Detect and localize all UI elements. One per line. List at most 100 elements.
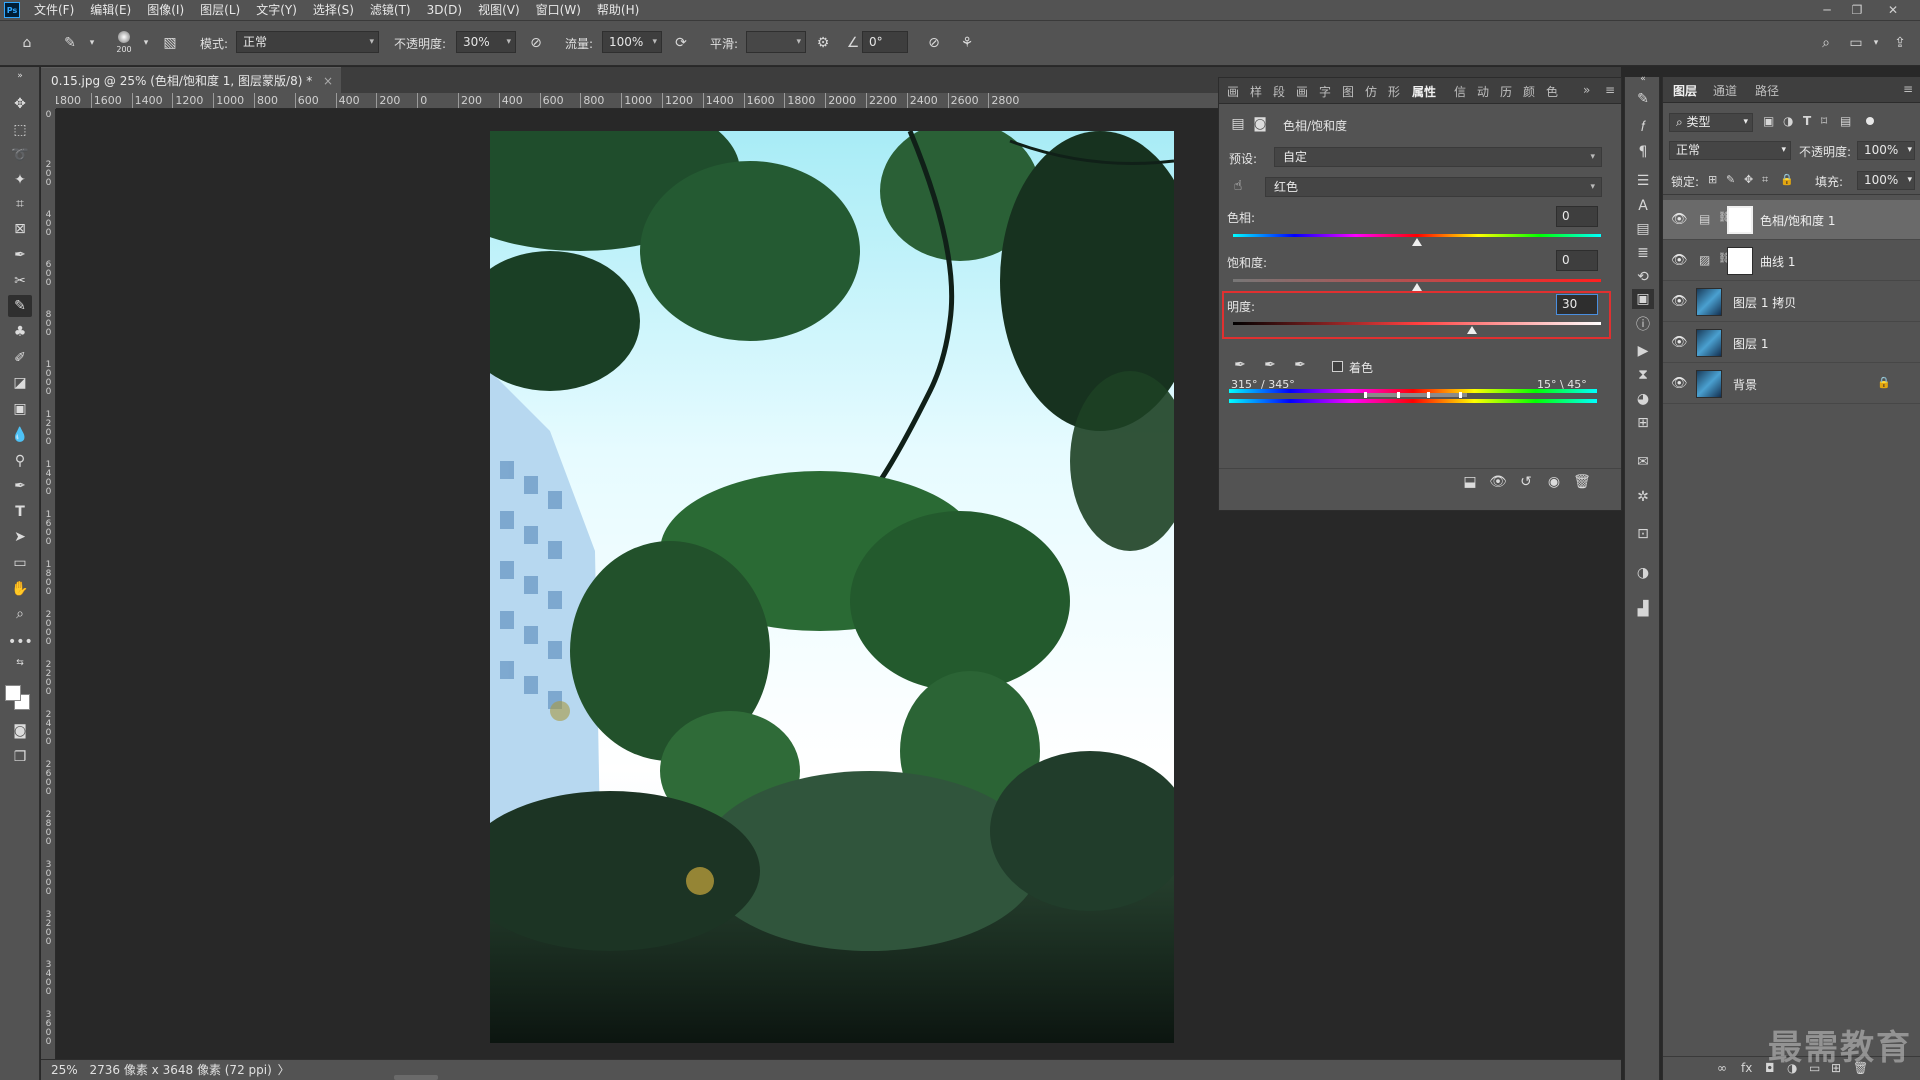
layer-row[interactable]: 👁 背景 🔒 (1663, 364, 1920, 404)
menu-layer[interactable]: 图层(L) (192, 0, 248, 21)
symmetry-icon[interactable]: ⚘ (957, 33, 977, 53)
chevron-down-icon[interactable]: ▾ (136, 33, 156, 53)
view-previous-icon[interactable]: 👁 (1487, 472, 1509, 492)
collapse-icon[interactable]: » (8, 65, 32, 87)
layer-thumbnail[interactable] (1696, 288, 1722, 316)
angle-field[interactable]: 0° (862, 31, 908, 53)
lightness-slider-track[interactable] (1233, 322, 1601, 325)
adjustments-icon[interactable]: ☰ (1632, 171, 1654, 191)
libraries-icon[interactable]: ⊡ (1632, 524, 1654, 544)
tab-shapes[interactable]: 形 (1388, 83, 1400, 100)
info-icon[interactable]: ⓘ (1632, 315, 1654, 335)
minimize-button[interactable]: ─ (1812, 0, 1842, 21)
path-select-icon[interactable]: ➤ (8, 526, 32, 548)
expand-tabs-icon[interactable]: » (1583, 83, 1590, 97)
tab-layers[interactable]: 图层 (1673, 82, 1697, 99)
visibility-icon[interactable]: ◉ (1543, 472, 1565, 492)
tab-color[interactable]: 颜 (1523, 83, 1535, 100)
chevron-down-icon[interactable]: ▾ (82, 33, 102, 53)
info-menu-icon[interactable]: 〉 (278, 1063, 290, 1077)
color-icon[interactable]: ◕ (1632, 389, 1654, 409)
tab-history[interactable]: 历 (1500, 83, 1512, 100)
layer-row[interactable]: 👁 图层 1 拷贝 (1663, 282, 1920, 322)
layer-mask-thumbnail[interactable] (1727, 206, 1753, 234)
lock-pixels-icon[interactable]: ✎ (1726, 173, 1735, 186)
saturation-slider-knob[interactable] (1412, 283, 1422, 291)
tab-paths[interactable]: 路径 (1755, 82, 1779, 99)
opacity-field[interactable]: 30% ▾ (456, 31, 516, 53)
menu-select[interactable]: 选择(S) (305, 0, 362, 21)
layer-name[interactable]: 图层 1 (1733, 335, 1768, 352)
brush-preset-picker[interactable]: 200 (113, 29, 135, 59)
frame-tool-icon[interactable]: ⊠ (8, 218, 32, 240)
character-icon[interactable]: A (1632, 196, 1654, 216)
document-tab[interactable]: 0.15.jpg @ 25% (色相/饱和度 1, 图层蒙版/8) * × (41, 67, 341, 93)
eye-icon[interactable]: 👁 (1671, 253, 1688, 269)
menu-image[interactable]: 图像(I) (139, 0, 192, 21)
flow-field[interactable]: 100% ▾ (602, 31, 662, 53)
layer-name[interactable]: 背景 (1733, 376, 1757, 393)
home-icon[interactable]: ⌂ (17, 33, 37, 53)
filter-type-icon[interactable]: T (1803, 114, 1811, 128)
airbrush-icon[interactable]: ⟳ (671, 33, 691, 53)
healing-tool-icon[interactable]: ✂ (8, 270, 32, 292)
layer-mask-thumbnail[interactable] (1727, 247, 1753, 275)
mask-icon[interactable]: ◙ (1249, 114, 1271, 134)
hue-slider-knob[interactable] (1412, 238, 1422, 246)
history-icon[interactable]: ⧗ (1632, 365, 1654, 385)
tab-properties[interactable]: 属性 (1412, 83, 1436, 100)
gradient-tool-icon[interactable]: ▣ (8, 398, 32, 420)
close-tab-icon[interactable]: × (323, 68, 333, 94)
lock-artboard-icon[interactable]: ⌗ (1762, 173, 1768, 187)
range-handle-inner-right[interactable] (1427, 392, 1430, 398)
restore-button[interactable]: ❐ (1842, 0, 1872, 21)
properties-icon[interactable]: ▣ (1632, 289, 1654, 309)
tab-brush[interactable]: 画 (1227, 83, 1239, 100)
lock-position-icon[interactable]: ✥ (1744, 173, 1753, 186)
brushes-icon[interactable]: 𝑓 (1632, 117, 1654, 137)
delete-icon[interactable]: 🗑 (1571, 472, 1593, 492)
saturation-input[interactable]: 0 (1556, 250, 1598, 271)
type-tool-icon[interactable]: T (8, 501, 32, 523)
panel-menu-icon[interactable]: ≡ (1903, 82, 1913, 96)
menu-type[interactable]: 文字(Y) (248, 0, 305, 21)
filter-pixel-icon[interactable]: ▣ (1763, 114, 1774, 128)
tab-brushes[interactable]: 画 (1296, 83, 1308, 100)
fx-icon[interactable]: fx (1741, 1061, 1752, 1075)
tab-swatches[interactable]: 色 (1546, 83, 1558, 100)
styles-icon[interactable]: ▤ (1632, 219, 1654, 239)
blend-mode-select[interactable]: 正常 ▾ (1669, 141, 1791, 160)
quick-select-tool-icon[interactable]: ✦ (8, 169, 32, 191)
preset-select[interactable]: 自定 ▾ (1274, 147, 1602, 167)
pen-tool-icon[interactable]: ✒ (8, 475, 32, 497)
brush-tool-icon[interactable]: ✎ (8, 295, 32, 317)
lightness-slider-knob[interactable] (1467, 326, 1478, 334)
filter-adjustment-icon[interactable]: ◑ (1783, 114, 1793, 128)
layer-thumbnail[interactable] (1696, 329, 1722, 357)
layer-thumbnail[interactable] (1696, 370, 1722, 398)
eyedropper-tool-icon[interactable]: ✒ (8, 244, 32, 266)
channel-select[interactable]: 红色 ▾ (1265, 177, 1602, 197)
navigator-icon[interactable]: ◑ (1632, 563, 1654, 583)
color-range-selector[interactable] (1367, 393, 1467, 397)
close-window-button[interactable]: ✕ (1878, 0, 1908, 21)
eyedropper-icon[interactable]: ✒ (1229, 355, 1251, 375)
eye-icon[interactable]: 👁 (1671, 294, 1688, 310)
layer-filter-select[interactable]: ⌕ 类型 ▾ (1669, 113, 1753, 132)
layer-name[interactable]: 图层 1 拷贝 (1733, 294, 1796, 311)
targeted-adjustment-hand-icon[interactable]: ☝ (1227, 176, 1249, 196)
layer-name[interactable]: 曲线 1 (1760, 253, 1795, 270)
clip-to-layer-icon[interactable]: ⬓ (1459, 472, 1481, 492)
brush-settings-icon[interactable]: ▧ (160, 33, 180, 53)
share-icon[interactable]: ⇪ (1890, 33, 1910, 53)
range-handle-inner-left[interactable] (1397, 392, 1400, 398)
range-handle-right[interactable] (1459, 392, 1462, 398)
pressure-size-icon[interactable]: ⊘ (924, 33, 944, 53)
tab-actions[interactable]: 动 (1477, 83, 1489, 100)
eyedropper-plus-icon[interactable]: ✒ (1259, 355, 1281, 375)
pressure-opacity-icon[interactable]: ⊘ (526, 33, 546, 53)
ruler-origin[interactable] (41, 93, 56, 109)
notes-icon[interactable]: ✉ (1632, 452, 1654, 472)
brush-tool-icon[interactable]: ✎ (60, 33, 80, 53)
eye-icon[interactable]: 👁 (1671, 376, 1688, 392)
